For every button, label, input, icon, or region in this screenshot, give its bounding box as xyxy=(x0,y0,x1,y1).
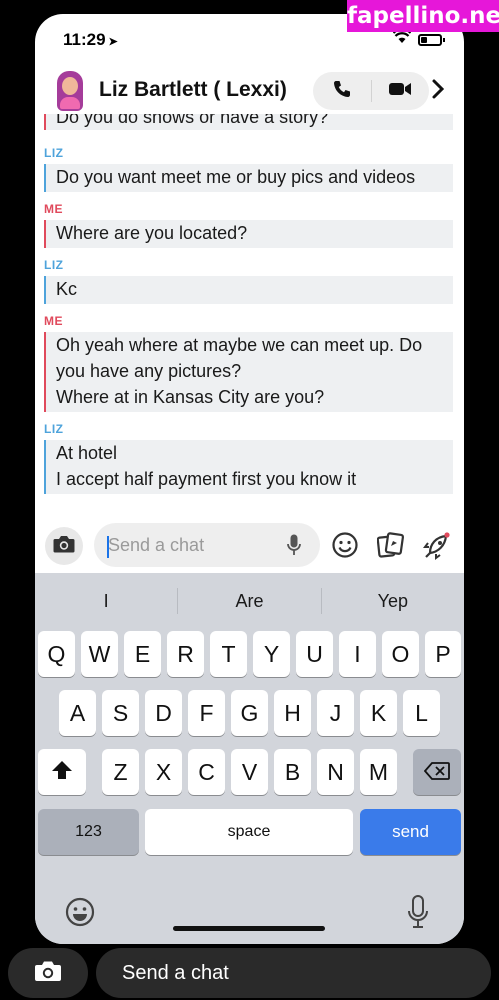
sender-label: LIZ xyxy=(44,422,64,436)
keyboard-emoji-icon[interactable] xyxy=(65,897,95,932)
phone-screen: 11:29 ➤ Liz Bartlett ( Lexxi) Do you do … xyxy=(35,14,464,944)
camera-icon xyxy=(53,535,75,558)
wifi-icon xyxy=(392,28,412,47)
bottom-camera-button[interactable] xyxy=(8,948,88,998)
voice-call-button[interactable] xyxy=(313,72,371,110)
key-c[interactable]: C xyxy=(188,749,225,795)
message-text: Do you do shows or have a story? xyxy=(56,114,329,127)
message-line: Where at in Kansas City are you? xyxy=(56,387,325,407)
key-j[interactable]: J xyxy=(317,690,354,736)
backspace-key[interactable] xyxy=(413,749,461,795)
avatar[interactable] xyxy=(57,71,83,111)
key-k[interactable]: K xyxy=(360,690,397,736)
sender-label: LIZ xyxy=(44,146,64,160)
key-x[interactable]: X xyxy=(145,749,182,795)
sticker-icon[interactable] xyxy=(376,532,405,563)
sender-label: ME xyxy=(44,314,63,328)
rocket-icon[interactable] xyxy=(423,532,451,565)
message-line: I accept half payment first you know it xyxy=(56,469,357,489)
chevron-right-icon[interactable] xyxy=(431,78,445,106)
backspace-icon xyxy=(423,759,450,786)
call-controls xyxy=(313,72,429,110)
shift-key[interactable] xyxy=(38,749,86,795)
suggestion-item[interactable]: Are xyxy=(178,591,320,612)
home-indicator[interactable] xyxy=(173,926,325,931)
bottom-chat-field[interactable]: Send a chat xyxy=(96,948,491,998)
key-g[interactable]: G xyxy=(231,690,268,736)
message-bubble[interactable]: Do you want meet me or buy pics and vide… xyxy=(44,164,453,192)
video-call-button[interactable] xyxy=(372,72,430,110)
message-line: Oh yeah where at maybe we can meet up. D… xyxy=(56,335,423,355)
chat-header: Liz Bartlett ( Lexxi) xyxy=(35,66,464,116)
numbers-key[interactable]: 123 xyxy=(38,809,139,855)
key-i[interactable]: I xyxy=(339,631,376,677)
key-r[interactable]: R xyxy=(167,631,204,677)
message-text: Kc xyxy=(56,279,78,299)
key-v[interactable]: V xyxy=(231,749,268,795)
key-b[interactable]: B xyxy=(274,749,311,795)
suggestion-item[interactable]: Yep xyxy=(322,591,464,612)
key-n[interactable]: N xyxy=(317,749,354,795)
sender-label: LIZ xyxy=(44,258,64,272)
message-bubble[interactable]: Oh yeah where at maybe we can meet up. D… xyxy=(44,332,453,412)
key-y[interactable]: Y xyxy=(253,631,290,677)
message-line: At hotel xyxy=(56,443,118,463)
key-o[interactable]: O xyxy=(382,631,419,677)
message-bubble[interactable]: Do you do shows or have a story? xyxy=(44,114,453,130)
key-m[interactable]: M xyxy=(360,749,397,795)
key-q[interactable]: Q xyxy=(38,631,75,677)
contact-name[interactable]: Liz Bartlett ( Lexxi) xyxy=(99,78,287,102)
key-z[interactable]: Z xyxy=(102,749,139,795)
key-h[interactable]: H xyxy=(274,690,311,736)
phone-icon xyxy=(332,79,352,104)
key-a[interactable]: A xyxy=(59,690,96,736)
message-line: you have any pictures? xyxy=(56,361,242,381)
suggestion-item[interactable]: I xyxy=(35,591,177,612)
key-l[interactable]: L xyxy=(403,690,440,736)
battery-icon xyxy=(418,34,445,46)
chat-input-bar xyxy=(35,520,464,572)
message-list[interactable]: Do you do shows or have a story? LIZ Do … xyxy=(35,114,464,517)
key-e[interactable]: E xyxy=(124,631,161,677)
message-text: Do you want meet me or buy pics and vide… xyxy=(56,167,416,187)
shift-icon xyxy=(51,759,73,786)
message-bubble[interactable]: At hotel I accept half payment first you… xyxy=(44,440,453,494)
microphone-icon[interactable] xyxy=(287,534,301,561)
space-key[interactable]: space xyxy=(145,809,353,855)
video-icon xyxy=(388,81,412,102)
key-p[interactable]: P xyxy=(425,631,461,677)
status-time: 11:29 ➤ xyxy=(63,30,118,49)
location-arrow-icon: ➤ xyxy=(108,36,118,48)
key-f[interactable]: F xyxy=(188,690,225,736)
send-key[interactable]: send xyxy=(360,809,461,855)
keyboard: I Are Yep Q W E R T Y U I O P A S D F G … xyxy=(35,573,464,944)
sender-label: ME xyxy=(44,202,63,216)
suggestion-bar: I Are Yep xyxy=(35,573,464,629)
dictation-icon[interactable] xyxy=(407,895,429,934)
camera-button[interactable] xyxy=(45,527,83,565)
message-text: Where are you located? xyxy=(56,223,248,243)
key-t[interactable]: T xyxy=(210,631,247,677)
emoji-icon[interactable] xyxy=(332,532,358,563)
watermark: fapellino.net xyxy=(347,0,499,32)
message-bubble[interactable]: Kc xyxy=(44,276,453,304)
camera-icon xyxy=(34,960,62,987)
message-bubble[interactable]: Where are you located? xyxy=(44,220,453,248)
key-w[interactable]: W xyxy=(81,631,118,677)
key-u[interactable]: U xyxy=(296,631,333,677)
text-caret xyxy=(107,536,109,558)
key-s[interactable]: S xyxy=(102,690,139,736)
key-d[interactable]: D xyxy=(145,690,182,736)
